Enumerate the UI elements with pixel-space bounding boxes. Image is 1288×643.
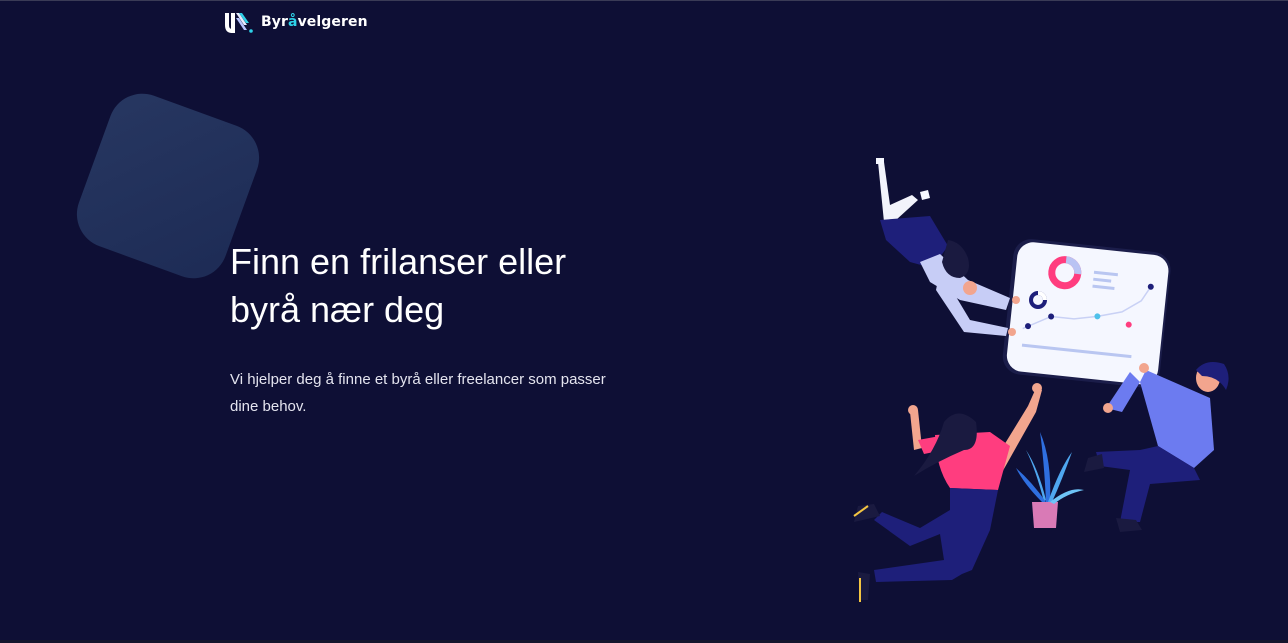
agency-logo-icon <box>224 11 254 33</box>
hero-subtitle-line-1: Vi hjelper deg å finne et byrå eller fre… <box>230 371 606 388</box>
brand-name: Byråvelgeren <box>261 14 368 30</box>
brand-logo[interactable]: Byråvelgeren <box>224 10 368 34</box>
hero-title-line-2: byrå nær deg <box>230 289 445 330</box>
hero-title: Finn en frilanser eller byrå nær deg <box>230 238 650 334</box>
flying-woman-pink-icon <box>853 383 1042 602</box>
hero-subtitle-line-2: dine behov. <box>230 398 307 415</box>
hero-subtitle: Vi hjelper deg å finne et byrå eller fre… <box>230 366 630 420</box>
flying-man-blue-icon <box>1084 362 1229 532</box>
hero-title-line-1: Finn en frilanser eller <box>230 241 567 282</box>
people-with-analytics-dashboard-illustration <box>853 158 1229 602</box>
flying-person-top-icon <box>876 158 1020 336</box>
potted-plant-icon <box>1016 432 1084 528</box>
